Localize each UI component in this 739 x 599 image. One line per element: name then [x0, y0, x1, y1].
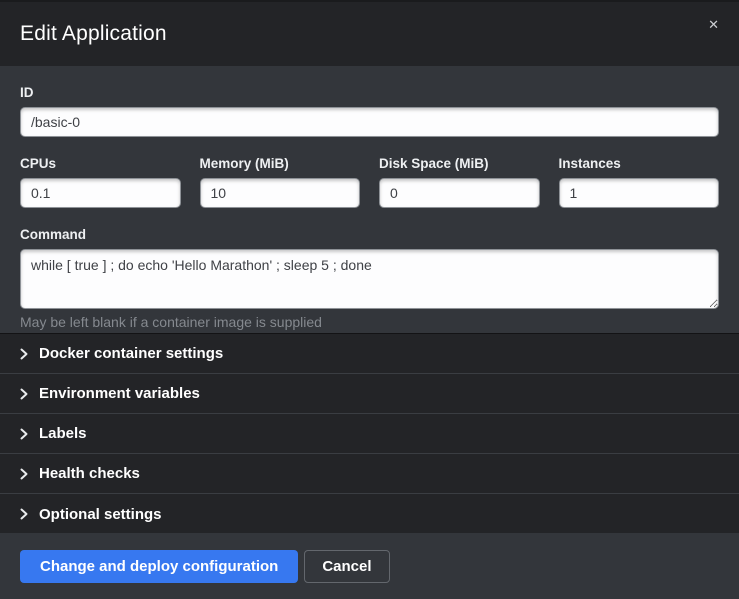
edit-application-modal: Edit Application ✕ ID CPUs Memory (MiB) …: [0, 0, 739, 599]
cpus-field-group: CPUs: [20, 156, 181, 208]
modal-title: Edit Application: [20, 22, 167, 46]
application-form: ID CPUs Memory (MiB) Disk Space (MiB) In…: [0, 66, 739, 333]
modal-header: Edit Application ✕: [0, 2, 739, 66]
command-help-text: May be left blank if a container image i…: [20, 314, 719, 330]
chevron-right-icon: [20, 428, 28, 440]
instances-input[interactable]: [559, 178, 720, 208]
chevron-right-icon: [20, 508, 28, 520]
chevron-right-icon: [20, 388, 28, 400]
chevron-right-icon: [20, 348, 28, 360]
section-optional-settings[interactable]: Optional settings: [0, 494, 739, 534]
section-label: Docker container settings: [39, 345, 223, 362]
command-label: Command: [20, 227, 719, 242]
resources-row: CPUs Memory (MiB) Disk Space (MiB) Insta…: [20, 156, 719, 208]
memory-input[interactable]: [200, 178, 361, 208]
change-and-deploy-button[interactable]: Change and deploy configuration: [20, 550, 298, 583]
section-label: Optional settings: [39, 506, 162, 523]
section-label: Health checks: [39, 465, 140, 482]
id-label: ID: [20, 85, 719, 100]
instances-label: Instances: [559, 156, 720, 171]
command-textarea[interactable]: while [ true ] ; do echo 'Hello Marathon…: [20, 249, 719, 309]
section-label: Labels: [39, 425, 87, 442]
id-input[interactable]: [20, 107, 719, 137]
section-label: Environment variables: [39, 385, 200, 402]
chevron-right-icon: [20, 468, 28, 480]
id-field-group: ID: [20, 85, 719, 137]
memory-label: Memory (MiB): [200, 156, 361, 171]
close-icon[interactable]: ✕: [708, 18, 719, 31]
cpus-input[interactable]: [20, 178, 181, 208]
disk-field-group: Disk Space (MiB): [379, 156, 540, 208]
section-environment-variables[interactable]: Environment variables: [0, 374, 739, 414]
section-docker-container-settings[interactable]: Docker container settings: [0, 334, 739, 374]
modal-footer: Change and deploy configuration Cancel: [0, 533, 739, 599]
collapsible-sections: Docker container settings Environment va…: [0, 333, 739, 533]
command-field-group: Command while [ true ] ; do echo 'Hello …: [20, 227, 719, 330]
instances-field-group: Instances: [559, 156, 720, 208]
section-health-checks[interactable]: Health checks: [0, 454, 739, 494]
section-labels[interactable]: Labels: [0, 414, 739, 454]
memory-field-group: Memory (MiB): [200, 156, 361, 208]
disk-input[interactable]: [379, 178, 540, 208]
disk-label: Disk Space (MiB): [379, 156, 540, 171]
cancel-button[interactable]: Cancel: [304, 550, 389, 583]
cpus-label: CPUs: [20, 156, 181, 171]
